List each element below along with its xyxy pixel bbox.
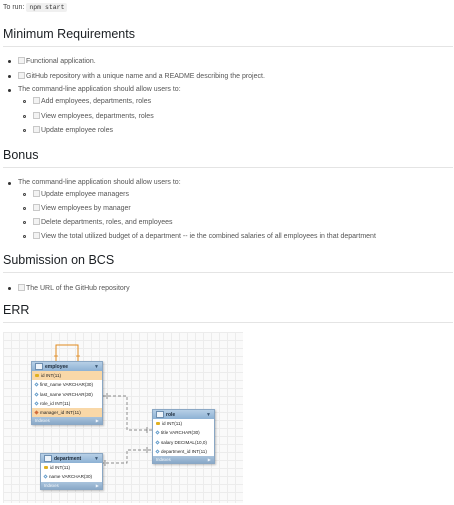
list-item: View employees, departments, roles <box>33 112 154 120</box>
primary-key-icon <box>44 466 48 470</box>
broken-image-icon <box>33 204 40 211</box>
column-icon <box>34 382 39 388</box>
broken-image-icon <box>18 57 25 64</box>
column-row: name VARCHAR(30) <box>41 472 102 481</box>
sub-bullet <box>23 207 26 210</box>
broken-image-icon <box>33 112 40 119</box>
foreign-key-icon <box>34 410 39 415</box>
run-instructions: To run: npm start <box>3 3 68 12</box>
column-row: id INT(11) <box>153 419 214 428</box>
heading-minimum-requirements: Minimum Requirements <box>3 27 135 41</box>
broken-image-icon <box>33 190 40 197</box>
broken-image-icon <box>18 72 25 79</box>
heading-submission: Submission on BCS <box>3 253 115 267</box>
expand-arrow-icon: ▶ <box>207 457 211 463</box>
broken-image-icon <box>33 232 40 239</box>
broken-image-icon <box>33 126 40 133</box>
divider <box>3 167 453 168</box>
table-icon <box>156 411 164 418</box>
er-diagram-image: employee ▼ id INT(11) first_name VARCHAR(… <box>3 332 243 503</box>
column-row: role_id INT(11) <box>32 399 102 408</box>
broken-image-icon <box>18 284 25 291</box>
column-icon <box>155 440 160 445</box>
list-item: The command-line application should allo… <box>18 86 181 93</box>
list-item: The URL of the GitHub repository <box>18 284 130 292</box>
list-item: Update employee roles <box>33 126 113 134</box>
list-item: View the total utilized budget of a depa… <box>33 232 376 240</box>
heading-err: ERR <box>3 303 30 317</box>
column-row: id INT(11) <box>32 371 102 381</box>
table-header: role ▼ <box>153 410 214 419</box>
chevron-down-icon: ▼ <box>206 411 211 418</box>
list-item: The command-line application should allo… <box>18 179 181 186</box>
column-icon <box>155 449 160 454</box>
sub-bullet <box>23 129 26 132</box>
sub-bullet <box>23 193 26 196</box>
column-row: first_name VARCHAR(30) <box>32 380 102 389</box>
bullet <box>8 75 11 78</box>
indexes-footer: Indexes ▶ <box>41 481 102 489</box>
column-row: id INT(11) <box>41 463 102 472</box>
run-label: To run: <box>3 4 25 11</box>
column-icon <box>43 474 48 480</box>
indexes-footer: Indexes ▶ <box>153 456 214 464</box>
table-employee: employee ▼ id INT(11) first_name VARCHAR(… <box>31 361 103 426</box>
list-item: Add employees, departments, roles <box>33 97 151 105</box>
expand-arrow-icon: ▶ <box>95 418 99 424</box>
list-item: Delete departments, roles, and employees <box>33 218 173 226</box>
chevron-down-icon: ▼ <box>94 455 99 462</box>
table-header: department ▼ <box>41 454 102 463</box>
primary-key-icon <box>35 374 39 378</box>
column-row: title VARCHAR(30) <box>153 428 214 437</box>
sub-bullet <box>23 235 26 238</box>
table-icon <box>35 363 43 370</box>
table-icon <box>44 455 52 462</box>
heading-bonus: Bonus <box>3 148 39 162</box>
broken-image-icon <box>33 97 40 104</box>
primary-key-icon <box>156 422 160 426</box>
list-item: Functional application. <box>18 57 96 65</box>
sub-bullet <box>23 100 26 103</box>
list-item: GitHub repository with a unique name and… <box>18 72 265 80</box>
list-item: View employees by manager <box>33 204 131 212</box>
column-icon <box>155 430 160 436</box>
table-role: role ▼ id INT(11) title VARCHAR(30) salar… <box>152 409 215 465</box>
sub-bullet <box>23 221 26 224</box>
broken-image-icon <box>33 218 40 225</box>
table-department: department ▼ id INT(11) name VARCHAR(30) … <box>40 453 103 490</box>
column-row: manager_id INT(11) <box>32 408 102 418</box>
indexes-footer: Indexes ▶ <box>32 417 102 425</box>
column-icon <box>34 392 39 397</box>
divider <box>3 272 453 273</box>
bullet <box>8 287 11 290</box>
divider <box>3 322 453 323</box>
sub-bullet <box>23 115 26 118</box>
run-command: npm start <box>26 3 68 12</box>
column-icon <box>34 401 39 406</box>
expand-arrow-icon: ▶ <box>95 482 99 488</box>
bullet <box>8 60 11 63</box>
column-row: department_id INT(11) <box>153 447 214 456</box>
column-row: salary DECIMAL(10,0) <box>153 438 214 447</box>
bullet <box>8 89 11 92</box>
list-item: Update employee managers <box>33 190 129 198</box>
table-header: employee ▼ <box>32 362 102 371</box>
bullet <box>8 182 11 185</box>
column-row: last_name VARCHAR(30) <box>32 390 102 399</box>
chevron-down-icon: ▼ <box>94 363 99 370</box>
divider <box>3 46 453 47</box>
